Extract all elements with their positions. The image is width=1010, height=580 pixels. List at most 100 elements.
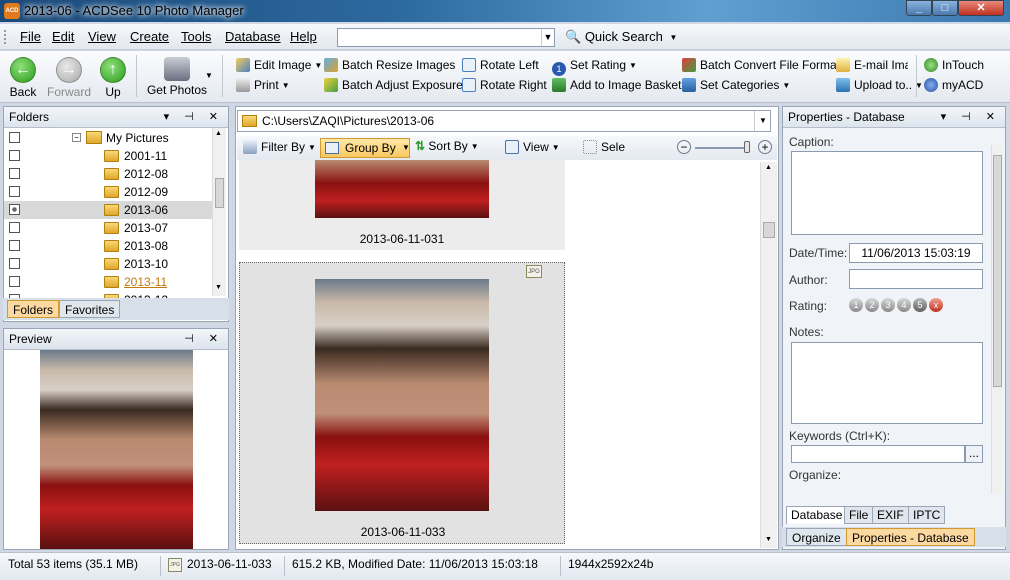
minimize-button[interactable]: _ <box>906 0 932 16</box>
menu-file[interactable]: File <box>20 29 41 44</box>
pane-controls[interactable]: ⊣ ✕ <box>184 329 224 349</box>
view-button[interactable]: View ▼ <box>505 140 560 154</box>
properties-scrollbar[interactable] <box>991 145 1003 493</box>
menu-view[interactable]: View <box>88 29 116 44</box>
select-button[interactable]: Sele <box>583 140 627 154</box>
scroll-thumb[interactable] <box>993 155 1002 387</box>
rotate-left-button[interactable]: Rotate Left <box>462 56 539 74</box>
batch-resize-button[interactable]: Batch Resize Images <box>324 56 455 74</box>
folder-row[interactable]: 2013-11 <box>4 273 214 291</box>
thumbnail-item-selected[interactable]: JPG 2013-06-11-033 <box>239 262 565 544</box>
rating-2-icon[interactable]: 2 <box>865 297 879 312</box>
email-images-button[interactable]: E-mail Imag <box>836 56 908 74</box>
myacd-button[interactable]: myACD <box>924 76 983 94</box>
folder-row[interactable]: 2012-09 <box>4 183 214 201</box>
checkbox[interactable] <box>9 222 20 233</box>
checkbox[interactable] <box>9 240 20 251</box>
collapse-icon[interactable]: − <box>72 133 81 142</box>
tab-folders[interactable]: Folders <box>7 300 60 318</box>
intouch-button[interactable]: InTouch <box>924 56 984 74</box>
menu-create[interactable]: Create <box>130 29 169 44</box>
checkbox[interactable] <box>9 258 20 269</box>
folder-row[interactable]: 2013-10 <box>4 255 214 273</box>
pane-controls[interactable]: ▾ ⊣ ✕ <box>941 107 1001 127</box>
rating-1-icon[interactable]: 1 <box>849 297 863 312</box>
scroll-up-icon[interactable]: ▲ <box>215 130 222 137</box>
folder-row[interactable]: 2013-08 <box>4 237 214 255</box>
clear-rating-icon[interactable]: x <box>929 297 943 312</box>
print-button[interactable]: Print ▼ <box>236 76 290 94</box>
pane-controls[interactable]: ▾ ⊣ ✕ <box>164 107 224 127</box>
thumbnail-item[interactable]: 2013-06-11-031 <box>239 160 565 250</box>
scroll-up-icon[interactable]: ▲ <box>765 164 772 171</box>
sort-by-button[interactable]: ⇅ Sort By ▼ <box>415 139 479 153</box>
folder-row[interactable]: 2001-11 <box>4 147 214 165</box>
tab-organize[interactable]: Organize <box>786 528 847 546</box>
search-dropdown-button[interactable]: ▼ <box>541 29 554 46</box>
folder-row[interactable]: 2013-07 <box>4 219 214 237</box>
group-by-button[interactable]: Group By ▼ <box>320 138 410 158</box>
zoom-out-icon[interactable]: − <box>677 140 691 154</box>
quick-search-button[interactable]: 🔍 Quick Search ▼ <box>565 29 677 45</box>
author-field[interactable] <box>849 269 983 289</box>
zoom-in-icon[interactable]: + <box>758 140 772 154</box>
folder-label: 2013-10 <box>124 257 169 271</box>
batch-adjust-button[interactable]: Batch Adjust Exposure <box>324 76 463 94</box>
checkbox[interactable] <box>9 132 20 143</box>
checkbox[interactable] <box>9 150 20 161</box>
tab-favorites[interactable]: Favorites <box>59 300 121 318</box>
scroll-thumb[interactable] <box>763 222 775 238</box>
back-button[interactable]: ← Back <box>0 51 46 101</box>
chevron-down-icon: ▼ <box>629 61 637 70</box>
menu-edit[interactable]: Edit <box>52 29 74 44</box>
search-input[interactable] <box>337 28 555 47</box>
menu-help[interactable]: Help <box>290 29 317 44</box>
rotate-right-button[interactable]: Rotate Right <box>462 76 547 94</box>
tab-file[interactable]: File <box>844 506 874 524</box>
checkbox[interactable] <box>9 276 20 287</box>
rating-3-icon[interactable]: 3 <box>881 297 895 312</box>
rating-selector[interactable]: 12345x <box>849 297 945 312</box>
tab-database[interactable]: Database <box>786 506 848 524</box>
keywords-field[interactable] <box>791 445 965 463</box>
checkbox[interactable] <box>9 204 20 215</box>
caption-field[interactable] <box>791 151 983 235</box>
filter-by-button[interactable]: Filter By ▼ <box>243 140 316 154</box>
edit-image-button[interactable]: Edit Image ▼ <box>236 56 322 74</box>
maximize-button[interactable]: □ <box>932 0 958 16</box>
scroll-thumb[interactable] <box>215 178 224 208</box>
set-rating-button[interactable]: 1 Set Rating ▼ <box>552 56 637 76</box>
close-button[interactable]: ✕ <box>958 0 1004 16</box>
up-button[interactable]: ↑ Up <box>90 51 136 101</box>
forward-button[interactable]: → Forward <box>46 51 92 101</box>
folder-row[interactable]: 2012-08 <box>4 165 214 183</box>
datetime-field[interactable]: 11/06/2013 15:03:19 <box>849 243 983 263</box>
batch-convert-button[interactable]: Batch Convert File Format <box>682 56 840 74</box>
checkbox[interactable] <box>9 186 20 197</box>
zoom-slider-thumb[interactable] <box>744 141 750 153</box>
tab-iptc[interactable]: IPTC <box>908 506 946 524</box>
path-bar[interactable]: C:\Users\ZAQI\Pictures\2013-06 ▼ <box>237 110 771 132</box>
tab-properties-database[interactable]: Properties - Database <box>846 528 975 546</box>
rating-4-icon[interactable]: 4 <box>897 297 911 312</box>
folder-row[interactable]: 2013-06 <box>4 201 214 219</box>
notes-field[interactable] <box>791 342 983 424</box>
scroll-down-icon[interactable]: ▼ <box>215 284 222 291</box>
file-list-scrollbar[interactable]: ▲ ▼ <box>760 162 777 548</box>
folders-scrollbar[interactable]: ▲ ▼ <box>212 128 226 296</box>
add-to-basket-button[interactable]: Add to Image Basket <box>552 76 681 94</box>
tab-exif[interactable]: EXIF <box>872 506 909 524</box>
zoom-slider[interactable] <box>695 147 749 149</box>
get-photos-button[interactable]: Get Photos ▼ <box>144 51 213 101</box>
set-categories-button[interactable]: Set Categories ▼ <box>682 76 790 94</box>
scroll-down-icon[interactable]: ▼ <box>765 536 772 543</box>
checkbox[interactable] <box>9 168 20 179</box>
menu-tools[interactable]: Tools <box>181 29 211 44</box>
basket-icon <box>552 78 566 92</box>
folder-root-row[interactable]: − My Pictures <box>4 129 214 147</box>
path-dropdown-icon[interactable]: ▼ <box>754 111 771 131</box>
keywords-browse-button[interactable]: ... <box>965 445 983 463</box>
upload-button[interactable]: Upload to.. ▼ <box>836 76 923 94</box>
menu-database[interactable]: Database <box>225 29 281 44</box>
rating-5-icon[interactable]: 5 <box>913 297 927 312</box>
